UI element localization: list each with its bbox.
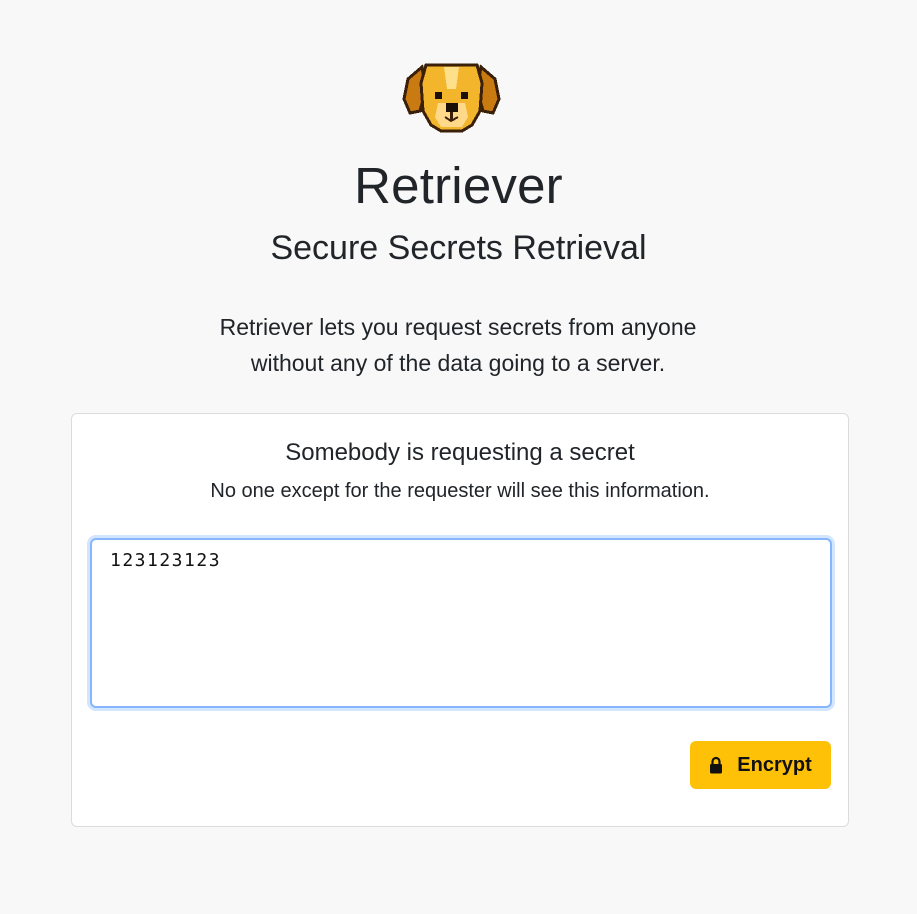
lock-icon xyxy=(709,756,723,774)
intro-line-2: without any of the data going to a serve… xyxy=(250,350,666,376)
intro-line-1: Retriever lets you request secrets from … xyxy=(219,314,697,340)
encrypt-button[interactable]: Encrypt xyxy=(690,741,831,789)
encrypt-button-label: Encrypt xyxy=(737,753,812,776)
intro-text: Retriever lets you request secrets from … xyxy=(158,309,758,381)
retriever-logo-icon xyxy=(402,59,501,135)
card-title: Somebody is requesting a secret xyxy=(285,439,635,466)
card-subtitle: No one except for the requester will see… xyxy=(210,480,710,502)
secret-textarea[interactable]: 123123123 xyxy=(90,538,832,708)
page-title: Retriever xyxy=(354,157,563,214)
page-subtitle: Secure Secrets Retrieval xyxy=(270,229,647,267)
secret-request-card: Somebody is requesting a secret No one e… xyxy=(71,413,849,827)
